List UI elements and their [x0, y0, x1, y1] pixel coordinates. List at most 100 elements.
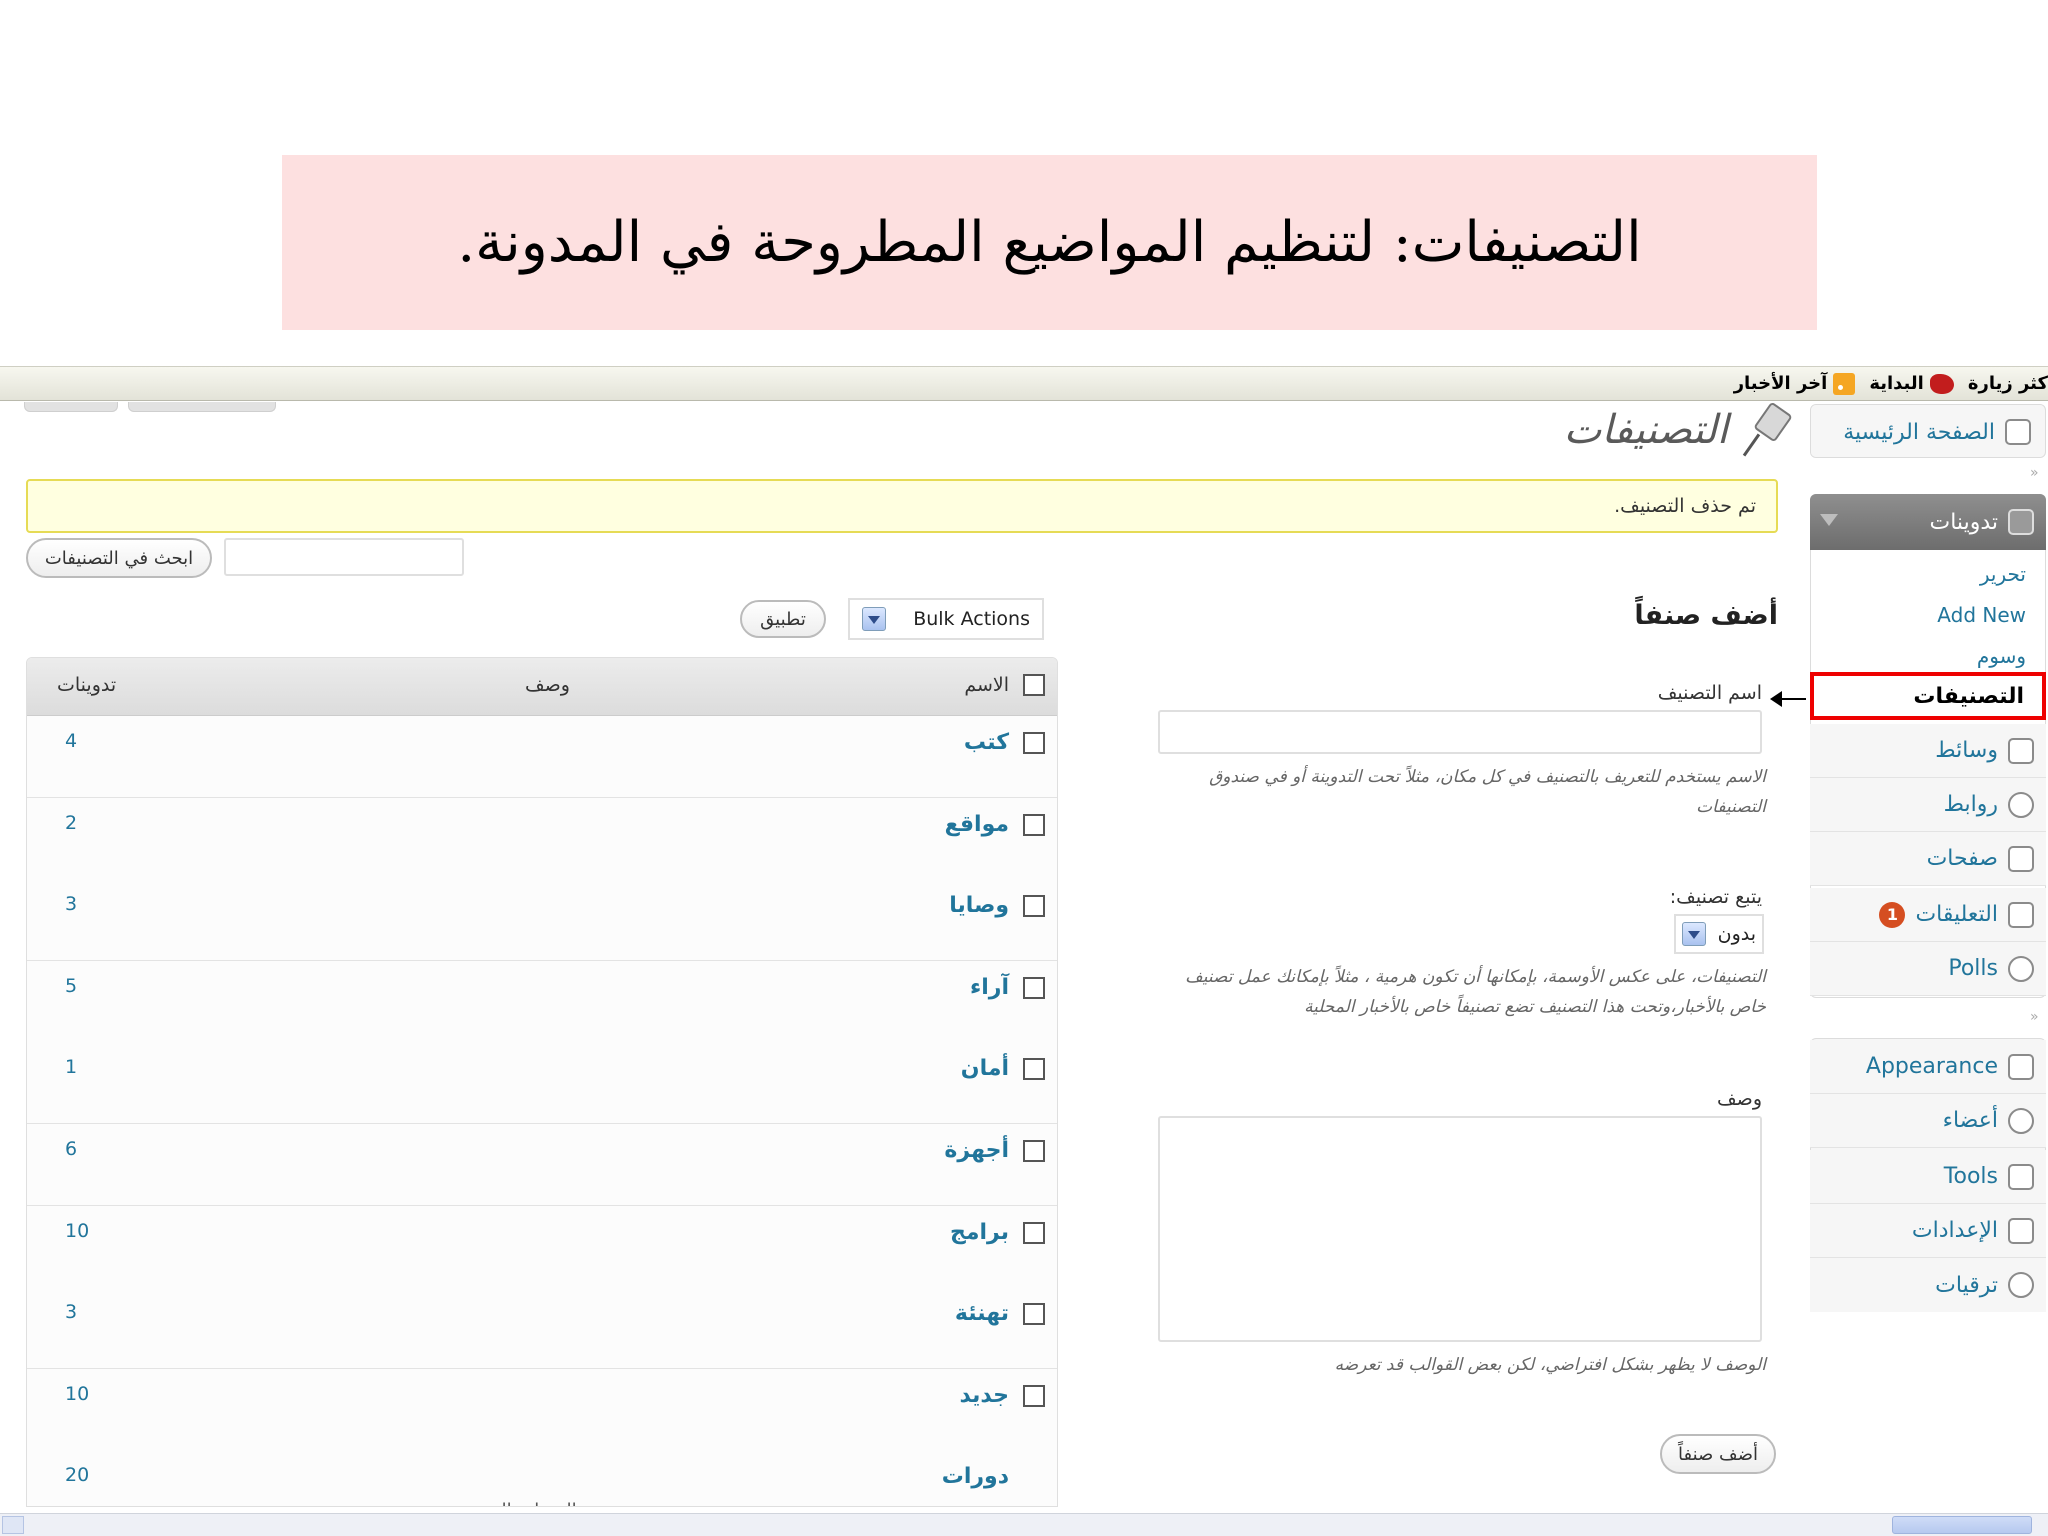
table-row: كتب 4 [27, 716, 1057, 798]
table-row: أجهزة 6 [27, 1124, 1057, 1206]
row-checkbox[interactable] [1023, 732, 1045, 754]
category-post-count[interactable]: 10 [65, 1383, 89, 1405]
category-post-count[interactable]: 6 [65, 1138, 77, 1160]
pages-icon [2008, 845, 2034, 872]
category-name-link[interactable]: مواقع [945, 812, 1009, 837]
category-post-count[interactable]: 2 [65, 812, 77, 834]
category-name-link[interactable]: برامج [950, 1220, 1009, 1245]
slide-banner: التصنيفات: لتنظيم المواضيع المطروحة في ا… [282, 155, 1817, 330]
horizontal-scrollbar[interactable] [0, 1513, 2048, 1536]
table-row: جديد 10 [27, 1368, 1057, 1451]
sidebar-item-users[interactable]: أعضاء [1810, 1094, 2046, 1148]
row-checkbox[interactable] [1023, 1303, 1045, 1326]
add-category-button[interactable]: أضف صنفاً [1660, 1434, 1776, 1474]
category-name-link[interactable]: تهنئة [955, 1301, 1009, 1326]
sidebar-item-label: وسائط [1935, 738, 1998, 763]
category-post-count[interactable]: 20 [65, 1464, 89, 1486]
sidebar-item-comments[interactable]: التعليقات 1 [1810, 888, 2046, 942]
sidebar-subitem-categories[interactable]: التصنيفات [1810, 672, 2046, 720]
sidebar-item-tools[interactable]: Tools [1810, 1150, 2046, 1204]
sidebar-item-label: ترقيات [1935, 1272, 1998, 1298]
bulk-actions-select[interactable]: Bulk Actions [848, 598, 1044, 640]
scrollbar-thumb[interactable] [1892, 1516, 2032, 1534]
sidebar-item-polls[interactable]: Polls [1810, 942, 2046, 996]
bookmark-latest-news[interactable]: آخر الأخبار [1734, 372, 1856, 395]
column-header-name[interactable]: الاسم [964, 674, 1009, 696]
chevron-down-icon[interactable] [862, 607, 886, 631]
categories-table: الاسم وصف تدوينات كتب 4 مواقع 2 وصايا 3 آراء 5 أ… [26, 657, 1058, 1507]
row-checkbox[interactable] [1023, 976, 1045, 999]
category-name-link[interactable]: أجهزة [944, 1138, 1009, 1163]
sidebar-item-media[interactable]: وسائط [1810, 724, 2046, 778]
sidebar-item-label: أعضاء [1942, 1108, 1998, 1133]
notice-text: تم حذف التصنيف. [1614, 495, 1756, 517]
page-title: التصنيفات [1564, 404, 1790, 456]
apply-button[interactable]: تطبيق [740, 600, 826, 638]
sidebar-item-label: Appearance [1865, 1054, 1998, 1079]
sidebar-item-label: Polls [1948, 956, 1998, 981]
category-post-count[interactable]: 1 [65, 1056, 77, 1078]
category-name-link[interactable]: جديد [959, 1383, 1009, 1408]
column-header-description[interactable]: وصف [525, 674, 570, 696]
sidebar-subitem-tags[interactable]: وسوم [1977, 644, 2026, 668]
chevron-down-icon[interactable] [1820, 514, 1838, 526]
column-header-posts[interactable]: تدوينات [57, 674, 116, 696]
row-checkbox[interactable] [1023, 1140, 1045, 1162]
category-description-textarea[interactable] [1158, 1116, 1762, 1342]
category-name-link[interactable]: آراء [970, 975, 1009, 1000]
sidebar-subitem-add-new[interactable]: Add New [1937, 603, 2026, 627]
category-post-count[interactable]: 3 [65, 1301, 77, 1323]
banner-title: التصنيفات: لتنظيم المواضيع المطروحة في ا… [457, 210, 1642, 275]
add-category-heading: أضف صنفاً [1634, 600, 1778, 631]
bookmark-most-visited[interactable]: كثر زيارة [1968, 373, 2048, 394]
table-row: مواقع 2 [27, 797, 1057, 880]
category-name-link[interactable]: وصايا [949, 893, 1009, 918]
table-row: آراء 5 [27, 960, 1057, 1043]
sidebar-item-label: Tools [1943, 1164, 1998, 1189]
sidebar-item-settings[interactable]: الإعدادات [1810, 1204, 2046, 1258]
chevron-down-icon[interactable] [1682, 922, 1706, 946]
collapse-separator-icon[interactable]: » [2030, 466, 2044, 480]
sidebar-item-label: روابط [1943, 792, 1998, 817]
category-post-count[interactable]: 10 [65, 1220, 89, 1242]
sidebar-item-dashboard[interactable]: الصفحة الرئيسية [1811, 405, 2043, 457]
link-icon [2008, 791, 2034, 818]
collapse-separator-icon[interactable]: » [2030, 1010, 2044, 1024]
row-checkbox[interactable] [1023, 1221, 1045, 1244]
category-name-link[interactable]: دورات [942, 1464, 1009, 1489]
table-row: وصايا 3 [27, 879, 1057, 962]
sidebar-item-appearance[interactable]: Appearance [1810, 1040, 2046, 1094]
bookmark-label: البداية [1869, 373, 1924, 394]
name-hint: الاسم يستخدم للتعريف بالتصنيف في كل مكان… [1209, 762, 1766, 822]
category-name-link[interactable]: كتب [964, 730, 1009, 755]
search-input[interactable] [224, 538, 464, 576]
bookmark-home[interactable]: البداية [1869, 373, 1954, 394]
category-post-count[interactable]: 4 [65, 730, 77, 752]
row-checkbox[interactable] [1023, 1384, 1045, 1407]
scroll-left-icon[interactable] [2, 1516, 24, 1534]
description-hint: الوصف لا يظهر بشكل افتراضي، لكن بعض القو… [1334, 1355, 1766, 1375]
screen-options-tab[interactable] [24, 402, 118, 412]
rss-icon [1833, 372, 1856, 395]
parent-category-select[interactable]: بدون [1674, 914, 1764, 954]
row-checkbox[interactable] [1023, 1058, 1045, 1081]
table-row: أمان 1 [27, 1042, 1057, 1125]
sidebar-item-pages[interactable]: صفحات [1810, 832, 2046, 886]
row-checkbox[interactable] [1023, 895, 1045, 918]
sidebar-item-links[interactable]: روابط [1810, 778, 2046, 832]
category-name-link[interactable]: أمان [961, 1056, 1009, 1081]
sidebar-item-label: صفحات [1926, 846, 1998, 871]
pushpin-icon [2008, 509, 2034, 535]
select-all-checkbox[interactable] [1023, 674, 1045, 696]
row-checkbox[interactable] [1023, 813, 1045, 836]
category-post-count[interactable]: 5 [65, 975, 77, 997]
sidebar-item-posts[interactable]: تدوينات [1810, 494, 2046, 550]
sidebar-item-label: الإعدادات [1911, 1218, 1998, 1243]
category-name-input[interactable] [1158, 710, 1762, 754]
sidebar-subitem-edit[interactable]: تحرير [1980, 562, 2026, 586]
comment-icon [2008, 901, 2034, 928]
help-tab[interactable] [128, 402, 276, 412]
search-categories-button[interactable]: ابحث في التصنيفات [26, 538, 212, 578]
category-post-count[interactable]: 3 [65, 893, 77, 915]
sidebar-item-plugins[interactable]: ترقيات [1810, 1258, 2046, 1312]
